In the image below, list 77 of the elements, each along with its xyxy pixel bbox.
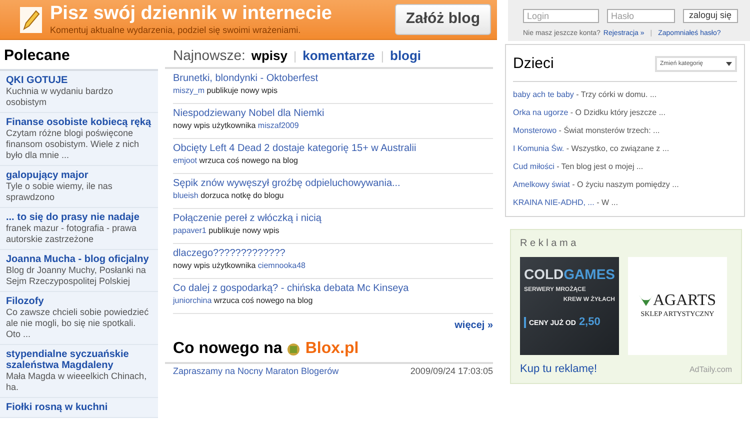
blog-link[interactable]: QKI GOTUJE [6,74,152,86]
category-blog-entry: Monsterowo - Świat monsterów trzech: ... [513,124,661,136]
entry-title[interactable]: Obcięty Left 4 Dead 2 dostaje kategorię 15+ w Australii [173,143,493,155]
blox-logo-icon [287,342,300,356]
ad-brand: GAMES [564,266,616,280]
entry-title[interactable]: Brunetki, blondynki - Oktoberfest [173,73,493,85]
user-link[interactable]: emjoot [173,156,198,165]
tab[interactable]: blogi [390,46,422,66]
entry-meta: nowy wpis użytkownika miszaf2009 [173,120,300,132]
blog-link[interactable]: Joanna Mucha - blog oficjalny [6,254,152,264]
blog-link[interactable]: KRAINA NIE-ADHD, ... [513,198,594,206]
entry-meta: miszy_m publikuje nowy wpis [173,85,278,97]
entry-title[interactable]: Co dalej z gospodarką? - chińska debata Mc Kinseya [173,283,493,295]
category-blog-entry: KRAINA NIE-ADHD, ... - W ... [513,196,619,208]
blog-description: Kuchnia w wydaniu bardzo osobistym [6,86,114,108]
buy-ad-link[interactable]: Kup tu reklamę! [520,360,598,377]
blog-link[interactable]: galopujący major [6,170,152,180]
login-button[interactable]: zaloguj się [683,8,738,22]
blog-description: Blog dr Joanny Muchy, Posłanki na Sejm Rzeczypospolitej Polskiej [6,264,147,286]
ad-brand: AGARTS [652,293,716,309]
login-field[interactable]: Login [523,8,599,22]
user-link[interactable]: blueish [173,191,198,200]
entry-meta: nowy wpis użytkownika ciemnooka48 [173,260,307,272]
blog-description: Mała Magda w wieeelkich Chinach, ha. [6,370,148,392]
ad-heading: R e k l a m a [520,236,578,250]
news-link[interactable]: Zapraszamy na Nocny Maraton Blogerów [173,366,339,377]
category-blog-entry: Orka na ugorze - O Dzidku który jeszcze ... [513,106,666,119]
banner-subtitle: Komentuj aktualne wydarzenia, podziel się swoimi wrażeniami. [50,26,302,35]
password-field[interactable]: Hasło [607,8,675,22]
ad-price: 2,50 [578,316,600,328]
news-date: 2009/09/24 17:03:05 [410,366,493,377]
blog-link[interactable]: Orka na ugorze [513,108,568,116]
user-link[interactable]: miszy_m [173,86,205,95]
blog-link[interactable]: baby ach te baby [513,90,574,98]
blog-description: Tyle o sobie wiemy, ile nas sprawdzono [6,180,114,202]
entry-title[interactable]: dlaczego????????????? [173,248,493,260]
category-title: Dzieci [513,54,554,74]
entry-meta: blueish dorzuca notkę do blogu [173,190,285,202]
create-blog-button[interactable]: Załóż blog [394,4,491,35]
pencil-icon [20,6,42,32]
category-blog-entry: baby ach te baby - Trzy córki w domu. ... [513,88,658,101]
blog-link[interactable]: ... to się do prasy nie nadaje [6,212,152,222]
entry-title[interactable]: Połączenie pereł z włóczką i nicią [173,213,493,225]
blog-description: Co zawsze chcieli sobie powiedzieć ale nie mogli, bo się nie spotkali. Oto ... [6,306,150,340]
blog-link[interactable]: Filozofy [6,296,152,306]
category-blog-entry: Amelkowy świat - O życiu naszym pomiędzy ... [513,178,680,191]
blog-description: franek mazur - fotografia - prawa autorskie zastrzeżone [6,222,138,244]
category-blog-entry: I Komunia Św. - Wszystko, co związane z ... [513,142,670,155]
banner-title: Pisz swój dziennik w internecie [50,4,333,23]
tab[interactable]: wpisy [251,46,288,66]
blog-link[interactable]: Monsterowo [513,126,557,134]
separator: | [380,48,384,65]
entry-meta: papaver1 publikuje nowy wpis [173,225,280,237]
entry-meta: emjoot wrzuca coś nowego na blog [173,155,299,167]
user-link[interactable]: ciemnooka48 [258,261,306,270]
entry-title[interactable]: Sępik znów wywęszył groźbę odpieluchowywania... [173,178,493,190]
separator: | [294,48,297,65]
blog-link[interactable]: Finanse osobiste kobiecą ręką [6,116,152,128]
user-link[interactable]: papaver1 [173,226,206,235]
section-title: Co nowego na [173,339,282,359]
more-link[interactable]: więcej » [454,318,493,333]
blog-link[interactable]: Cud miłości [513,162,554,170]
entry-title[interactable]: Niespodziewany Nobel dla Niemki [173,108,493,120]
user-link[interactable]: miszaf2009 [258,121,299,130]
ad-provider: AdTaily.com [689,364,732,376]
entry-meta: juniorchina wrzuca coś nowego na blog [173,295,314,307]
dropdown-caret-icon [726,62,732,66]
blog-description: Czytam różne blogi poświęcone finansom osobistym. Wiele z nich było dla mnie ... [6,128,140,160]
tab[interactable]: komentarze [302,46,375,66]
user-link[interactable]: juniorchina [173,296,212,305]
blog-link[interactable]: Amelkowy świat [513,180,570,188]
blog-link[interactable]: stypendialne syczuańskie szaleństwa Magdaleny [6,348,152,370]
ad-brand: COLD [524,266,564,280]
category-blog-entry: Cud miłości - Ten blog jest o mojej ... [513,160,644,173]
blog-link[interactable]: I Komunia Św. [513,144,564,152]
tabs-label: Najnowsze: [173,46,246,65]
brand-name: Blox.pl [305,339,359,359]
